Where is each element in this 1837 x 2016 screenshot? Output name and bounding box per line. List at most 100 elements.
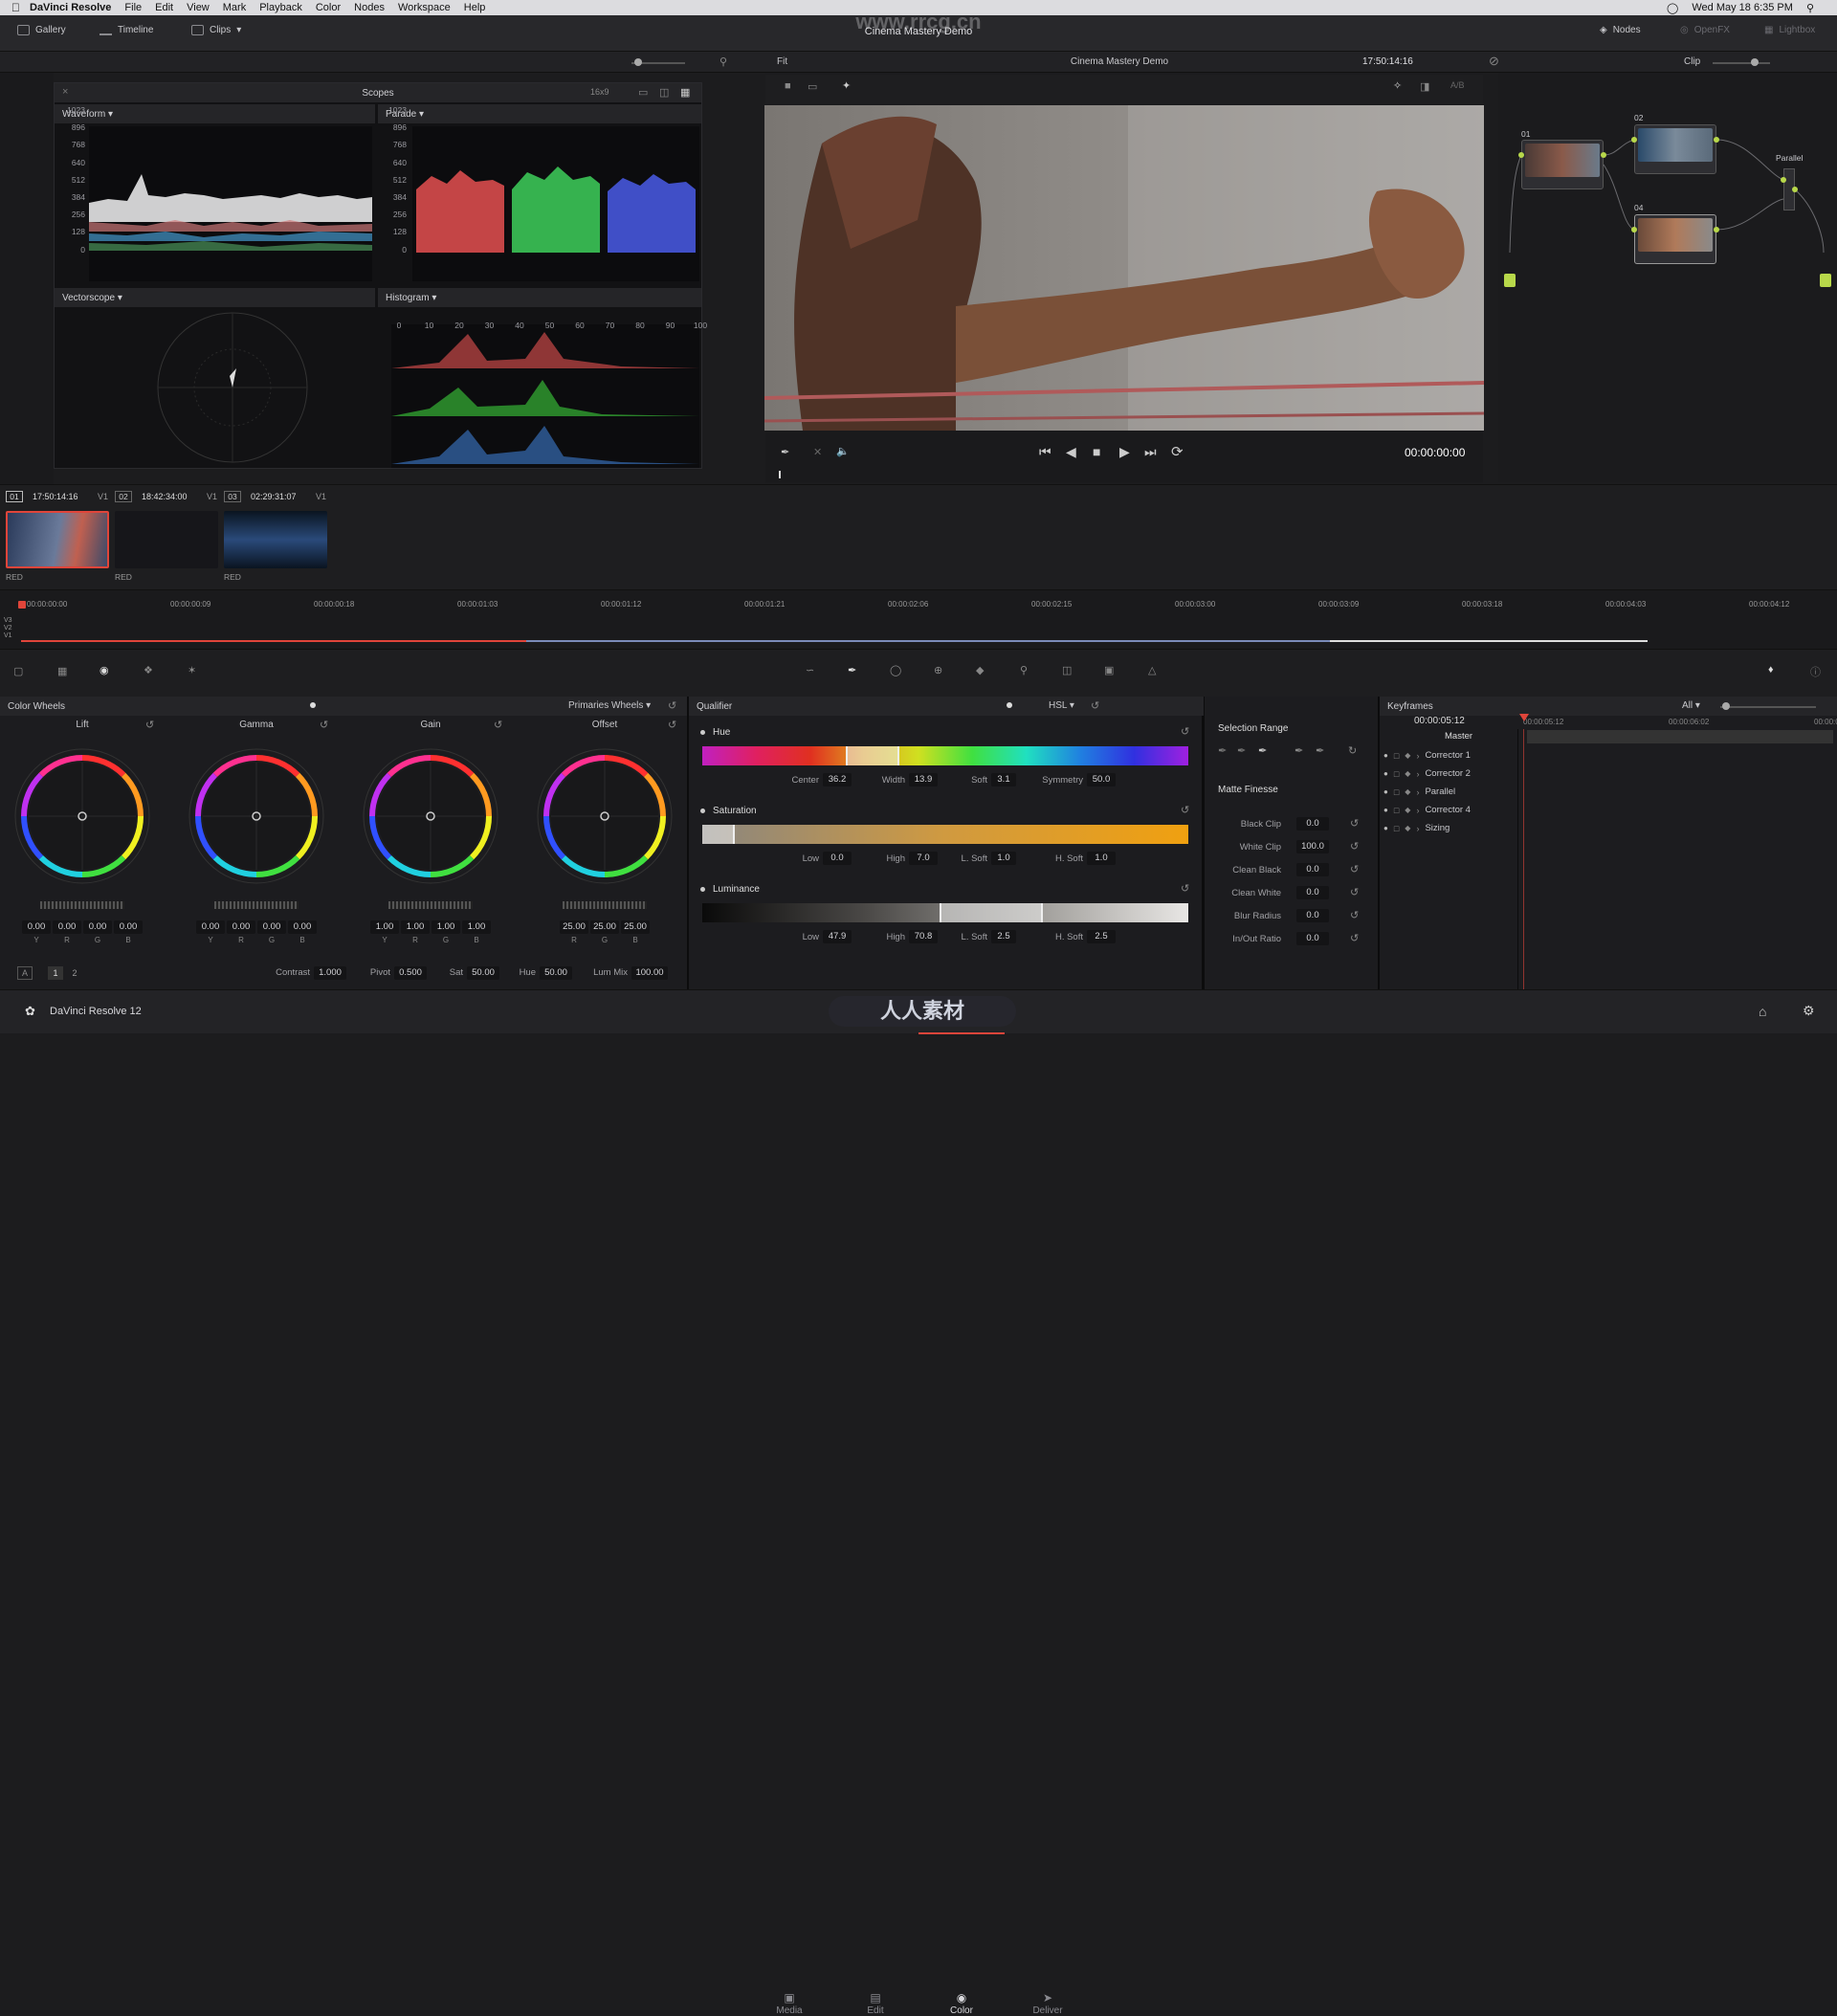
power-window-icon[interactable]: ◯ xyxy=(890,664,901,676)
keyframe-track-row[interactable]: ● □ ◆ › Corrector 4 xyxy=(1383,805,1471,815)
invert-icon[interactable]: ↻ xyxy=(1348,744,1357,757)
qualifier-reset-icon[interactable]: ↺ xyxy=(1091,699,1099,712)
tab-deliver[interactable]: ➤ Deliver xyxy=(1019,1991,1076,2016)
menu-help[interactable]: Help xyxy=(464,2,486,13)
highlight-icon[interactable]: ▭ xyxy=(808,80,817,93)
openfx-button[interactable]: ◎ OpenFX xyxy=(1680,25,1730,35)
saturation-ramp[interactable] xyxy=(702,825,1188,844)
wheel-mode-select[interactable]: Primaries Wheels ▾ xyxy=(568,700,651,711)
menu-workspace[interactable]: Workspace xyxy=(398,2,451,13)
tab-edit[interactable]: ▤ Edit xyxy=(847,1991,904,2016)
parade-header[interactable]: Parade ▾ xyxy=(378,104,701,123)
lum-low-field[interactable]: 47.9 xyxy=(823,930,852,943)
lum-hsoft-field[interactable]: 2.5 xyxy=(1087,930,1116,943)
qualifier-page-dot[interactable] xyxy=(1007,702,1012,708)
spotlight-search-icon[interactable]: ⚲ xyxy=(1806,2,1814,14)
saturation-reset-icon[interactable]: ↺ xyxy=(1181,804,1189,816)
finesse-reset-icon[interactable]: ↺ xyxy=(1350,863,1359,875)
menu-color[interactable]: Color xyxy=(316,2,341,13)
sat-high-field[interactable]: 7.0 xyxy=(909,852,938,865)
keyframe-track-row[interactable]: ● □ ◆ › Corrector 2 xyxy=(1383,768,1471,779)
keyframe-tool-icon[interactable]: ♦ xyxy=(1768,664,1774,676)
reset-all-icon[interactable]: ↺ xyxy=(668,699,676,712)
sat-lsoft-field[interactable]: 1.0 xyxy=(991,852,1016,865)
finesse-field[interactable]: 100.0 xyxy=(1296,840,1329,853)
enable-dot-icon[interactable]: ● xyxy=(1383,824,1388,832)
menu-mark[interactable]: Mark xyxy=(223,2,246,13)
menu-app-name[interactable]: DaVinci Resolve xyxy=(30,2,111,13)
gallery-button[interactable]: Gallery xyxy=(17,25,66,35)
page-1-button[interactable]: 1 xyxy=(48,966,63,980)
finesse-reset-icon[interactable]: ↺ xyxy=(1350,840,1359,853)
qualifier-icon[interactable]: ✒ xyxy=(848,664,856,676)
lum-high-field[interactable]: 70.8 xyxy=(909,930,938,943)
motion-effects-icon[interactable]: ✶ xyxy=(188,664,196,676)
wheel-value-field[interactable]: 0.00 xyxy=(53,920,81,934)
luminance-selection-handle[interactable] xyxy=(940,903,1043,922)
node-zoom-handle[interactable] xyxy=(1751,58,1759,66)
sat-hsoft-field[interactable]: 1.0 xyxy=(1087,852,1116,865)
keyframe-diamond-icon[interactable]: ◆ xyxy=(1405,787,1410,796)
softness-plus-icon[interactable]: ✒ xyxy=(1316,744,1324,757)
keyframes-filter-select[interactable]: All ▾ xyxy=(1682,700,1700,711)
hue-width-field[interactable]: 13.9 xyxy=(909,773,938,786)
contrast-field[interactable]: 1.000 xyxy=(314,966,346,980)
menu-file[interactable]: File xyxy=(124,2,142,13)
wheel-value-field[interactable]: 0.00 xyxy=(114,920,143,934)
keyframe-diamond-icon[interactable]: ◆ xyxy=(1405,769,1410,778)
color-match-icon[interactable]: ▦ xyxy=(57,665,67,677)
wipe-icon[interactable]: ■ xyxy=(785,80,791,92)
finesse-field[interactable]: 0.0 xyxy=(1296,863,1329,876)
timeline-clip-03[interactable] xyxy=(1330,640,1648,642)
keyframe-diamond-icon[interactable]: ◆ xyxy=(1405,806,1410,814)
picker-pick-icon[interactable]: ✒ xyxy=(1218,744,1227,757)
camera-raw-icon[interactable]: ▢ xyxy=(13,665,23,677)
expand-chevron-icon[interactable]: › xyxy=(1416,769,1419,779)
expand-chevron-icon[interactable]: › xyxy=(1416,824,1419,833)
enable-dot-icon[interactable]: ● xyxy=(1383,751,1388,760)
enable-dot-icon[interactable]: ● xyxy=(1383,769,1388,778)
eyedropper-icon[interactable]: ✒ xyxy=(781,446,789,458)
clips-button[interactable]: Clips ▾ xyxy=(191,25,241,35)
info-icon[interactable]: ⓘ xyxy=(1810,664,1821,679)
wheel-value-field[interactable]: 25.00 xyxy=(590,920,619,934)
zoom-slider-handle[interactable] xyxy=(634,58,642,66)
split-icon[interactable]: ◨ xyxy=(1420,80,1429,93)
expand-chevron-icon[interactable]: › xyxy=(1416,787,1419,797)
tab-media[interactable]: ▣ Media xyxy=(761,1991,818,2016)
clip-thumbnail-03[interactable] xyxy=(224,511,327,568)
finesse-field[interactable]: 0.0 xyxy=(1296,886,1329,899)
rgb-mixer-icon[interactable]: ❖ xyxy=(144,664,153,676)
enable-dot-icon[interactable]: ● xyxy=(1383,806,1388,814)
loop-icon[interactable]: ⟳ xyxy=(1171,443,1184,460)
color-wheel-offset[interactable] xyxy=(533,744,676,888)
expand-chevron-icon[interactable]: › xyxy=(1416,806,1419,815)
saturation-selection-handle[interactable] xyxy=(702,825,735,844)
keyframe-track-row[interactable]: ● □ ◆ › Corrector 1 xyxy=(1383,750,1471,761)
enable-dot-icon[interactable]: ● xyxy=(1383,787,1388,796)
page-dot[interactable] xyxy=(310,702,316,708)
expand-chevron-icon[interactable]: › xyxy=(1416,751,1419,761)
wheel-reset-icon[interactable]: ↺ xyxy=(320,719,328,731)
menu-edit[interactable]: Edit xyxy=(155,2,173,13)
home-icon[interactable]: ⌂ xyxy=(1759,1004,1766,1019)
clip-thumbnail-01[interactable] xyxy=(6,511,109,568)
master-wheel-jog[interactable] xyxy=(563,901,647,909)
keyframe-zoom-handle[interactable] xyxy=(1722,702,1730,710)
hsl-mode-select[interactable]: HSL ▾ xyxy=(1049,700,1074,711)
search-icon[interactable]: ⚲ xyxy=(719,55,727,68)
menu-clock[interactable]: Wed May 18 6:35 PM xyxy=(1692,2,1793,13)
lightbox-button[interactable]: ▦ Lightbox xyxy=(1764,25,1815,35)
layout-1-icon[interactable]: ▭ xyxy=(638,86,648,99)
menu-playback[interactable]: Playback xyxy=(259,2,302,13)
hue-reset-icon[interactable]: ↺ xyxy=(1181,725,1189,738)
scopes-ratio[interactable]: 16x9 xyxy=(590,87,609,97)
wheel-value-field[interactable]: 25.00 xyxy=(560,920,588,934)
ab-toggle[interactable]: A/B xyxy=(1450,80,1465,90)
hue-center-field[interactable]: 36.2 xyxy=(823,773,852,786)
wheel-value-field[interactable]: 1.00 xyxy=(462,920,491,934)
page-2-button[interactable]: 2 xyxy=(67,966,82,980)
wheel-value-field[interactable]: 0.00 xyxy=(22,920,51,934)
color-wheel-gamma[interactable] xyxy=(185,744,328,888)
wheel-value-field[interactable]: 0.00 xyxy=(257,920,286,934)
